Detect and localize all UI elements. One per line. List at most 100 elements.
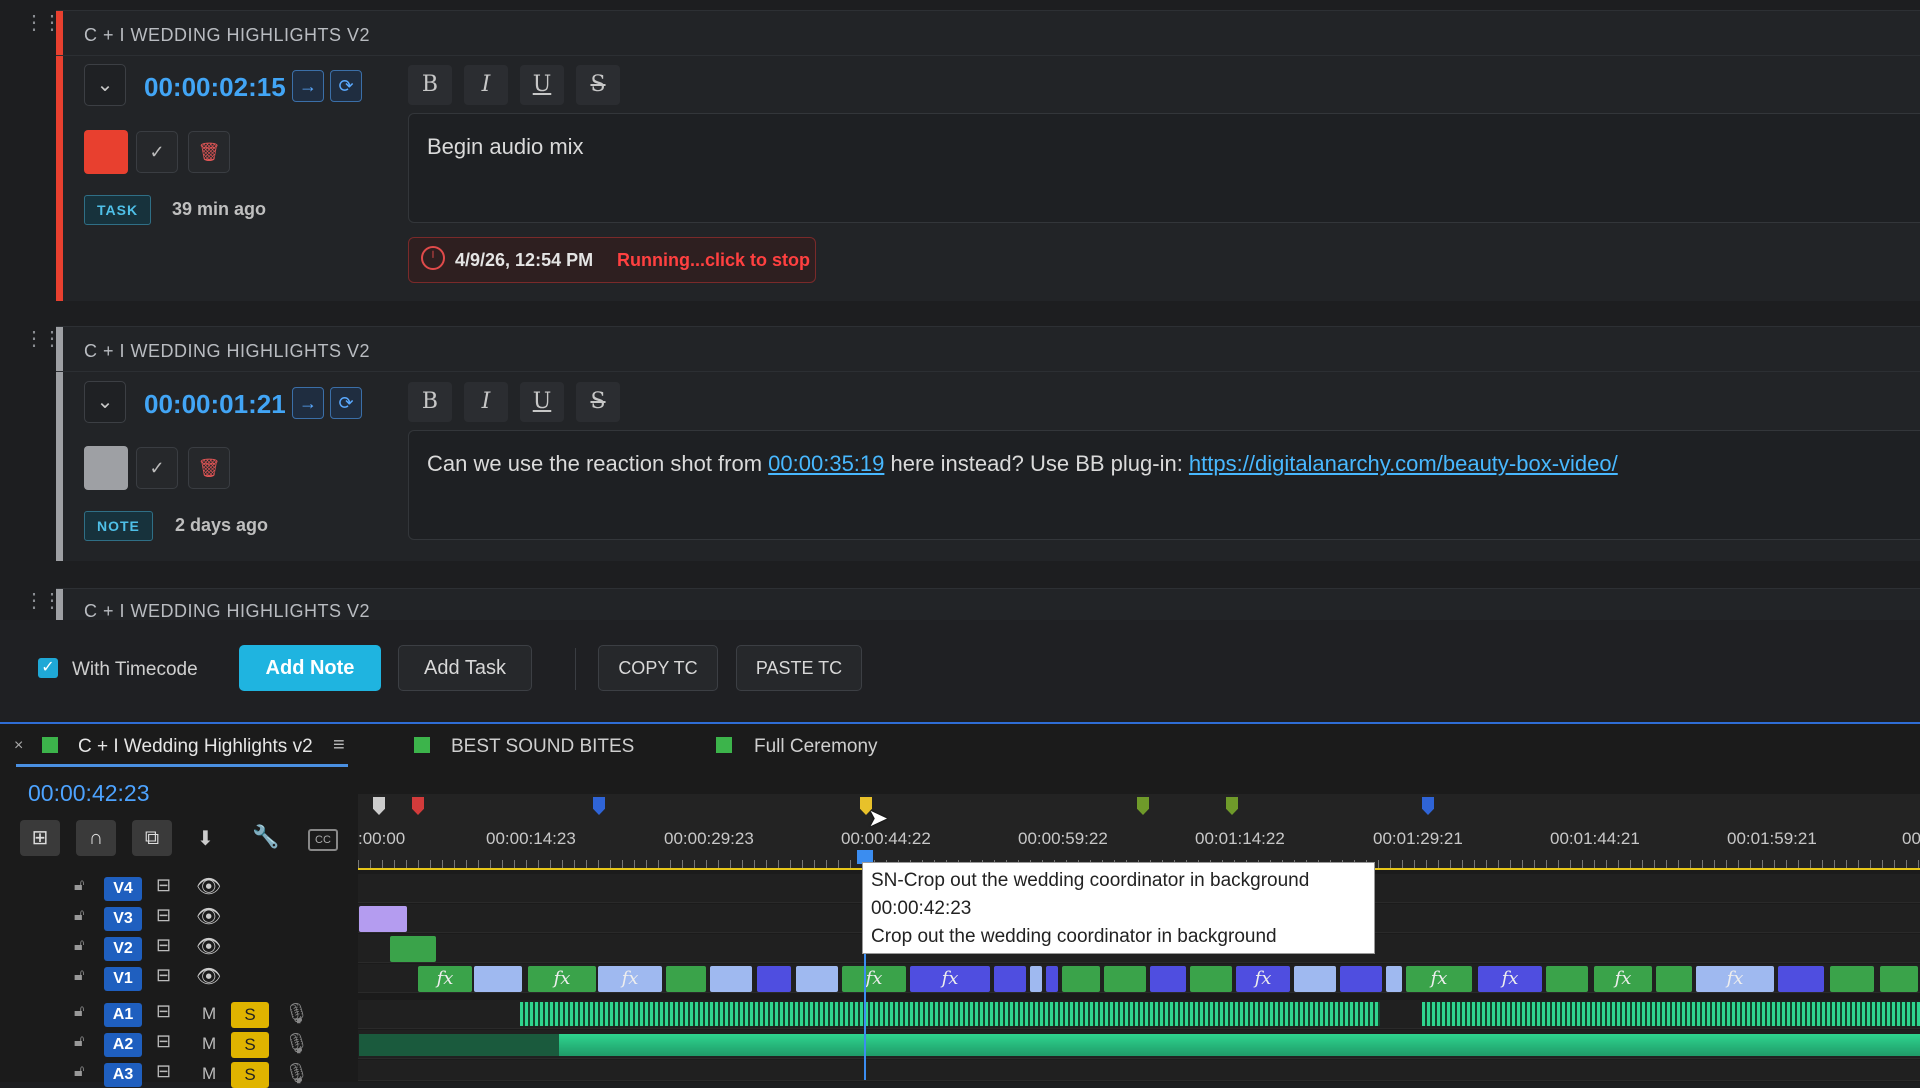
sync-lock-icon[interactable]: ⊟	[156, 905, 171, 926]
lock-icon[interactable]: 🔓︎	[74, 1003, 84, 1021]
linked-selection-icon[interactable]: ⧉	[132, 820, 172, 856]
video-clip[interactable]	[1546, 966, 1588, 992]
audio-waveform-a2[interactable]	[359, 1034, 1920, 1056]
sync-timecode-button[interactable]: ⟳	[330, 70, 362, 102]
track-target-v1[interactable]: V1	[104, 967, 142, 991]
color-swatch[interactable]	[84, 130, 128, 174]
sync-lock-icon[interactable]: ⊟	[156, 935, 171, 956]
drag-handle-icon[interactable]: ⋮⋮	[24, 591, 62, 611]
add-task-button[interactable]: Add Task	[398, 645, 532, 691]
drag-handle-icon[interactable]: ⋮⋮	[24, 13, 62, 33]
sync-lock-icon[interactable]: ⊟	[156, 965, 171, 986]
timecode-link[interactable]: 00:00:35:19	[768, 451, 884, 476]
note-timecode[interactable]: 00:00:01:21	[144, 389, 286, 420]
tab-best-sound-bites[interactable]: BEST SOUND BITES	[451, 736, 634, 758]
video-clip[interactable]	[1778, 966, 1824, 992]
tab-sequence-active[interactable]: C + I Wedding Highlights v2	[78, 736, 313, 758]
note-text[interactable]: Can we use the reaction shot from 00:00:…	[408, 430, 1920, 540]
track-target-a3[interactable]: A3	[104, 1063, 142, 1087]
sync-timecode-button[interactable]: ⟳	[330, 387, 362, 419]
color-swatch[interactable]	[84, 446, 128, 490]
panel-menu-icon[interactable]: ≡	[333, 734, 345, 757]
italic-button[interactable]: I	[464, 65, 508, 105]
track-target-a2[interactable]: A2	[104, 1033, 142, 1057]
video-clip[interactable]	[1880, 966, 1918, 992]
captions-icon[interactable]: CC	[308, 829, 338, 851]
audio-waveform-a1[interactable]	[1422, 1002, 1920, 1026]
audio-waveform-a1[interactable]	[520, 1002, 1380, 1026]
mic-icon[interactable]: 🎙︎	[284, 1001, 309, 1026]
mute-button[interactable]: M	[202, 1034, 216, 1054]
track-target-v3[interactable]: V3	[104, 907, 142, 931]
with-timecode-checkbox[interactable]: ✓	[38, 658, 58, 678]
mute-button[interactable]: M	[202, 1004, 216, 1024]
chevron-down-icon[interactable]: ⌄	[84, 64, 126, 106]
video-clip[interactable]	[1104, 966, 1146, 992]
video-clip[interactable]	[390, 936, 436, 962]
snap-magnet-icon[interactable]: ∩	[76, 820, 116, 856]
goto-timecode-button[interactable]: →	[292, 70, 324, 102]
video-clip[interactable]	[1046, 966, 1058, 992]
lock-icon[interactable]: 🔓︎	[74, 1033, 84, 1051]
solo-button[interactable]: S	[231, 1002, 269, 1028]
mute-button[interactable]: M	[202, 1064, 216, 1084]
track-target-v2[interactable]: V2	[104, 937, 142, 961]
url-link[interactable]: https://digitalanarchy.com/beauty-box-vi…	[1189, 451, 1618, 476]
sync-lock-icon[interactable]: ⊟	[156, 875, 171, 896]
video-clip[interactable]	[359, 906, 407, 932]
video-clip[interactable]	[757, 966, 791, 992]
solo-button[interactable]: S	[231, 1062, 269, 1088]
lock-icon[interactable]: 🔓︎	[74, 907, 84, 925]
goto-timecode-button[interactable]: →	[292, 387, 324, 419]
paste-tc-button[interactable]: PASTE TC	[736, 645, 862, 691]
sync-lock-icon[interactable]: ⊟	[156, 1001, 171, 1022]
trash-icon[interactable]: 🗑	[188, 447, 230, 489]
video-clip[interactable]	[474, 966, 522, 992]
add-note-button[interactable]: Add Note	[239, 645, 381, 691]
playhead-timecode[interactable]: 00:00:42:23	[28, 780, 150, 807]
video-clip[interactable]	[710, 966, 752, 992]
sync-lock-icon[interactable]: ⊟	[156, 1061, 171, 1082]
video-clip[interactable]: fx	[528, 966, 596, 992]
close-icon[interactable]: ×	[14, 737, 23, 755]
add-marker-icon[interactable]: ⬇	[197, 826, 214, 851]
check-icon[interactable]: ✓	[136, 447, 178, 489]
video-clip[interactable]	[1150, 966, 1186, 992]
video-clip[interactable]: fx	[598, 966, 662, 992]
lock-icon[interactable]: 🔓︎	[74, 937, 84, 955]
video-clip[interactable]: fx	[1594, 966, 1652, 992]
timer-pill[interactable]: ╵ 4/9/26, 12:54 PM Running...click to st…	[408, 237, 816, 283]
lock-icon[interactable]: 🔓︎	[74, 1063, 84, 1081]
video-clip[interactable]	[1830, 966, 1874, 992]
video-clip[interactable]	[796, 966, 838, 992]
drag-handle-icon[interactable]: ⋮⋮	[24, 329, 62, 349]
strikethrough-button[interactable]: S	[576, 382, 620, 422]
video-clip[interactable]: fx	[1478, 966, 1542, 992]
video-clip[interactable]	[1062, 966, 1100, 992]
lock-icon[interactable]: 🔓︎	[74, 877, 84, 895]
underline-button[interactable]: U	[520, 65, 564, 105]
video-clip[interactable]	[1294, 966, 1336, 992]
underline-button[interactable]: U	[520, 382, 564, 422]
video-clip[interactable]: fx	[1696, 966, 1774, 992]
video-clip[interactable]	[1386, 966, 1402, 992]
sync-lock-icon[interactable]: ⊟	[156, 1031, 171, 1052]
audio-waveform-a2[interactable]	[359, 1034, 559, 1056]
bold-button[interactable]: B	[408, 382, 452, 422]
video-clip[interactable]: fx	[1236, 966, 1290, 992]
note-text[interactable]: Begin audio mix	[408, 113, 1920, 223]
track-target-v4[interactable]: V4	[104, 877, 142, 901]
note-timecode[interactable]: 00:00:02:15	[144, 72, 286, 103]
check-icon[interactable]: ✓	[136, 131, 178, 173]
video-clip[interactable]	[1030, 966, 1042, 992]
eye-icon[interactable]: 👁︎	[196, 934, 221, 959]
eye-icon[interactable]: 👁︎	[196, 874, 221, 899]
video-clip[interactable]	[1340, 966, 1382, 992]
mic-icon[interactable]: 🎙︎	[284, 1031, 309, 1056]
mic-icon[interactable]: 🎙︎	[284, 1061, 309, 1086]
video-clip[interactable]	[1656, 966, 1692, 992]
bold-button[interactable]: B	[408, 65, 452, 105]
tab-full-ceremony[interactable]: Full Ceremony	[754, 736, 878, 758]
video-clip[interactable]: fx	[418, 966, 472, 992]
lock-icon[interactable]: 🔓︎	[74, 967, 84, 985]
